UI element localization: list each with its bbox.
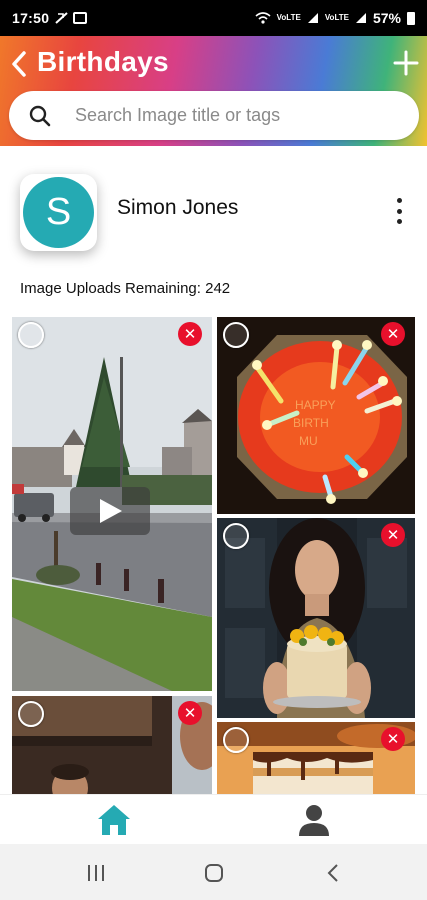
profile-name: Simon Jones (117, 196, 239, 219)
svg-text:BIRTH: BIRTH (293, 416, 329, 430)
chevron-left-icon[interactable] (8, 50, 30, 78)
profile-section: S Simon Jones Image Uploads Remaining: 2… (0, 146, 427, 314)
status-bar: 17:50 VoLTE VoLTE 57% (0, 0, 427, 36)
plus-icon[interactable] (393, 50, 419, 76)
app-header: Birthdays (0, 36, 427, 146)
person-icon[interactable] (296, 803, 332, 837)
delete-button[interactable]: ✕ (178, 322, 202, 346)
avatar: S (23, 177, 94, 248)
woman-with-cake-thumbnail (217, 518, 415, 718)
network-label-2: VoLTE (324, 13, 349, 22)
page-title: Birthdays (37, 46, 169, 77)
svg-text:MU: MU (299, 434, 318, 448)
gallery-item-image[interactable]: ✕ (217, 722, 415, 794)
wifi-icon (255, 12, 271, 24)
gallery-item-video[interactable]: ✕ (12, 317, 212, 691)
gallery-item-image[interactable]: ✕ (12, 696, 212, 794)
birthday-cake-thumbnail: HAPPY BIRTH MU (217, 317, 415, 514)
delete-button[interactable]: ✕ (178, 701, 202, 725)
status-time: 17:50 (12, 10, 50, 26)
uploads-remaining: Image Uploads Remaining: 242 (20, 280, 231, 297)
select-checkbox[interactable] (223, 727, 249, 753)
delete-button[interactable]: ✕ (381, 523, 405, 547)
search-bar[interactable] (9, 91, 419, 140)
select-checkbox[interactable] (18, 322, 44, 348)
select-checkbox[interactable] (223, 322, 249, 348)
select-checkbox[interactable] (223, 523, 249, 549)
signal-icon-2 (355, 13, 366, 23)
system-navigation (0, 844, 427, 900)
gallery-item-image[interactable]: HAPPY BIRTH MU ✕ (217, 317, 415, 514)
missed-call-icon (55, 12, 68, 24)
back-chevron-icon[interactable] (323, 862, 345, 884)
battery-percent: 57% (372, 10, 401, 26)
status-notification-icons (55, 12, 88, 24)
play-button[interactable] (70, 487, 150, 535)
home-circle-icon[interactable] (203, 862, 225, 884)
more-options-icon[interactable] (395, 198, 403, 224)
search-icon (29, 105, 51, 126)
network-label-1: VoLTE (276, 13, 301, 22)
notification-app-icon (73, 12, 88, 24)
search-input[interactable] (75, 105, 375, 126)
select-checkbox[interactable] (18, 701, 44, 727)
battery-icon (407, 11, 415, 25)
svg-text:HAPPY: HAPPY (295, 398, 336, 412)
delete-button[interactable]: ✕ (381, 727, 405, 751)
signal-icon-1 (307, 13, 318, 23)
image-gallery: ✕ HAPPY BIRTH MU ✕ ✕ ✕ ✕ (0, 314, 427, 794)
recent-apps-icon[interactable] (85, 862, 107, 884)
status-right-icons: VoLTE VoLTE 57% (255, 10, 415, 26)
bottom-navigation (0, 794, 427, 844)
home-icon[interactable] (96, 803, 132, 837)
gallery-item-image[interactable]: ✕ (217, 518, 415, 718)
avatar-card[interactable]: S (20, 174, 97, 251)
delete-button[interactable]: ✕ (381, 322, 405, 346)
